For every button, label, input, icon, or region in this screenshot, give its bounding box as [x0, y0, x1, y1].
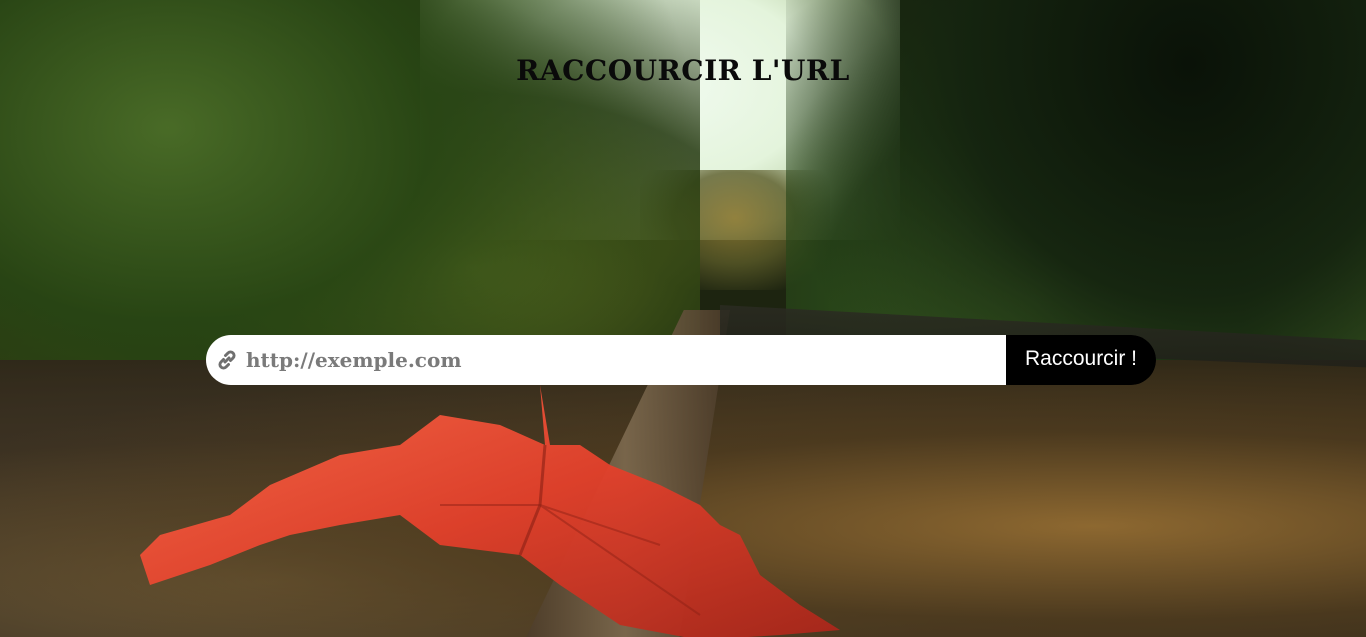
- background-photo: [0, 0, 1366, 637]
- page-title: RACCOURCIR L'URL: [516, 54, 850, 87]
- url-input[interactable]: [246, 335, 1006, 385]
- shorten-button[interactable]: Raccourcir !: [1006, 335, 1156, 385]
- red-leaf: [140, 385, 840, 637]
- link-icon: [214, 347, 240, 373]
- url-shorten-form: Raccourcir !: [206, 335, 1156, 385]
- url-field: [206, 335, 1006, 385]
